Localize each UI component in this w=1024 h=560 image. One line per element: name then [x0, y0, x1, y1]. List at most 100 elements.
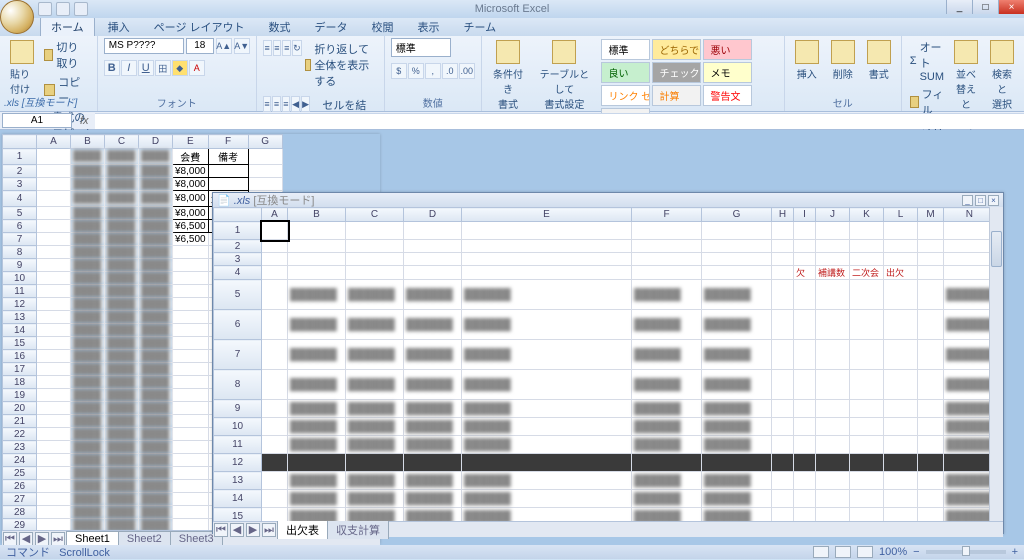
worksheet-2[interactable]: ABCDEFGHIJKLMN1234欠補講数二次会出欠5████████████…: [213, 207, 996, 521]
cond-label: 条件付き 書式: [492, 66, 525, 111]
fx-icon[interactable]: fx: [74, 115, 95, 127]
cell-style-option[interactable]: リンク セル: [601, 85, 650, 106]
tab-page-layout[interactable]: ページ レイアウト: [143, 16, 256, 36]
insert-cells-button[interactable]: 挿入: [791, 38, 823, 83]
font-color-button[interactable]: A: [189, 60, 205, 76]
grow-font-button[interactable]: A▲: [216, 38, 232, 54]
delete-icon: [831, 40, 855, 64]
child-maximize-button[interactable]: □: [975, 195, 986, 206]
name-box[interactable]: A1: [2, 113, 72, 128]
align-middle-button[interactable]: ≡: [273, 40, 282, 56]
currency-button[interactable]: $: [391, 63, 407, 79]
indent-inc-button[interactable]: ▶: [301, 96, 310, 112]
sheet-nav-prev[interactable]: ◀: [230, 523, 244, 537]
wrap-label: 折り返して全体を表示する: [314, 41, 375, 89]
redo-icon[interactable]: [74, 2, 88, 16]
inc-decimal-button[interactable]: .0: [442, 63, 458, 79]
sheet-tab[interactable]: Sheet2: [118, 531, 171, 546]
indent-dec-button[interactable]: ◀: [291, 96, 300, 112]
paste-button[interactable]: 貼り付け: [6, 38, 38, 98]
tab-data[interactable]: データ: [304, 16, 359, 36]
tab-home[interactable]: ホーム: [40, 16, 95, 36]
find-icon: [990, 40, 1014, 64]
cell-style-option[interactable]: 標準: [601, 39, 650, 60]
tab-team[interactable]: チーム: [453, 16, 508, 36]
italic-button[interactable]: I: [121, 60, 137, 76]
comma-button[interactable]: ,: [425, 63, 441, 79]
align-center-button[interactable]: ≡: [272, 96, 280, 112]
align-left-button[interactable]: ≡: [263, 96, 271, 112]
font-size-combo[interactable]: 18: [186, 38, 214, 54]
find-select-button[interactable]: 検索と 選択: [986, 38, 1018, 113]
cell-style-option[interactable]: 良い: [601, 62, 650, 83]
zoom-in-button[interactable]: +: [1012, 546, 1018, 558]
tab-formulas[interactable]: 数式: [258, 16, 302, 36]
format-as-table-button[interactable]: テーブルとして 書式設定: [532, 38, 596, 113]
cell-style-option[interactable]: チェック セル: [652, 62, 701, 83]
save-icon[interactable]: [38, 2, 52, 16]
app-title: Microsoft Excel: [475, 3, 550, 15]
formula-input[interactable]: [95, 113, 1024, 129]
child-close-button[interactable]: ×: [988, 195, 999, 206]
workbook2-sheet-tabs: ⏮ ◀ ▶ ⏭ 出欠表 収支計算: [213, 521, 1003, 537]
delete-cells-button[interactable]: 削除: [827, 38, 859, 83]
undo-icon[interactable]: [56, 2, 70, 16]
bold-button[interactable]: B: [104, 60, 120, 76]
align-top-button[interactable]: ≡: [263, 40, 272, 56]
office-button[interactable]: [0, 0, 34, 34]
workbook1-title: .xls [互換モード]: [4, 94, 77, 109]
font-name-combo[interactable]: MS P????: [104, 38, 184, 54]
align-right-button[interactable]: ≡: [282, 96, 290, 112]
dec-decimal-button[interactable]: .00: [459, 63, 475, 79]
close-button[interactable]: ×: [998, 0, 1024, 14]
sheet-tab[interactable]: 出欠表: [277, 520, 328, 539]
child-minimize-button[interactable]: _: [962, 195, 973, 206]
tab-view[interactable]: 表示: [407, 16, 451, 36]
paste-icon: [10, 40, 34, 64]
sheet-nav-last[interactable]: ⏭: [262, 523, 276, 537]
cell-style-option[interactable]: メモ: [703, 62, 752, 83]
view-pagebreak-button[interactable]: [857, 546, 873, 558]
sheet-nav-next[interactable]: ▶: [246, 523, 260, 537]
cell-style-option[interactable]: 計算: [652, 85, 701, 106]
view-pagelayout-button[interactable]: [835, 546, 851, 558]
cut-button[interactable]: 切り取り: [42, 38, 91, 72]
view-normal-button[interactable]: [813, 546, 829, 558]
scrollbar-thumb[interactable]: [991, 231, 1002, 267]
tab-insert[interactable]: 挿入: [97, 16, 141, 36]
fill-color-button[interactable]: ◆: [172, 60, 188, 76]
vertical-scrollbar[interactable]: [989, 207, 1003, 521]
workbook2-titlebar[interactable]: 📄 .xls [互換モード] _ □ ×: [213, 193, 1003, 207]
paste-label: 貼り付け: [10, 66, 34, 96]
tab-review[interactable]: 校閲: [361, 16, 405, 36]
cut-label: 切り取り: [56, 39, 88, 71]
shrink-font-button[interactable]: A▼: [234, 38, 250, 54]
number-format-combo[interactable]: 標準: [391, 38, 451, 57]
zoom-out-button[interactable]: −: [913, 546, 919, 558]
autosum-button[interactable]: Σオート SUM: [908, 38, 946, 84]
border-button[interactable]: 田: [155, 60, 171, 76]
zoom-thumb[interactable]: [962, 546, 970, 556]
formula-bar: A1 fx: [0, 112, 1024, 130]
insert-icon: [795, 40, 819, 64]
cell-style-option[interactable]: どちらでもない: [652, 39, 701, 60]
percent-button[interactable]: %: [408, 63, 424, 79]
sheet-nav-first[interactable]: ⏮: [214, 523, 228, 537]
format-icon: [867, 40, 891, 64]
cell-style-option[interactable]: 悪い: [703, 39, 752, 60]
zoom-slider[interactable]: [926, 550, 1006, 554]
align-bottom-button[interactable]: ≡: [282, 40, 291, 56]
conditional-formatting-button[interactable]: 条件付き 書式: [488, 38, 529, 113]
wrap-text-button[interactable]: 折り返して全体を表示する: [303, 40, 378, 90]
table-icon: [552, 40, 576, 64]
orientation-button[interactable]: ↻: [292, 40, 302, 56]
workbook-window-2: 📄 .xls [互換モード] _ □ × ABCDEFGHIJKLMN1234欠…: [212, 192, 1004, 534]
ribbon-tabs: ホーム 挿入 ページ レイアウト 数式 データ 校閲 表示 チーム: [0, 18, 1024, 36]
underline-button[interactable]: U: [138, 60, 154, 76]
minimize-button[interactable]: _: [946, 0, 972, 14]
maximize-button[interactable]: □: [972, 0, 998, 14]
sheet-tab[interactable]: 収支計算: [327, 520, 389, 539]
workbook2-mode: [互換モード]: [253, 195, 314, 207]
cell-style-option[interactable]: 警告文: [703, 85, 752, 106]
format-cells-button[interactable]: 書式: [863, 38, 895, 83]
